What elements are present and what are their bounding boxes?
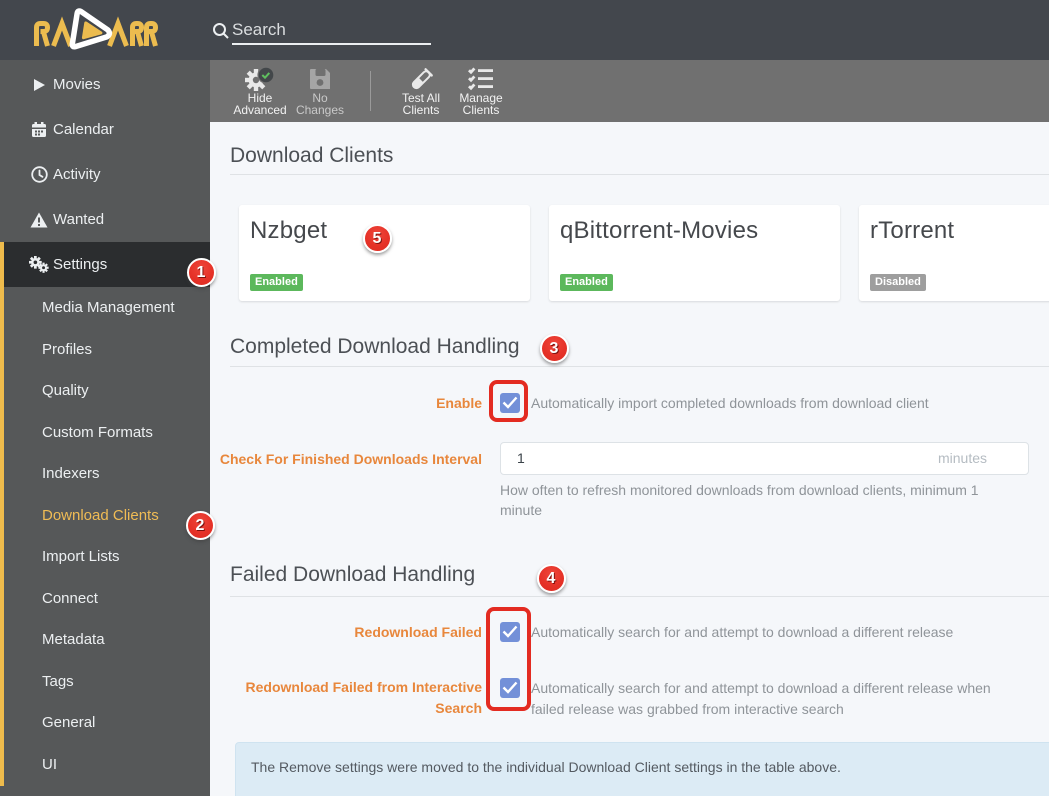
svg-text:5: 5 [372,230,381,247]
svg-text:3: 3 [549,340,558,357]
svg-text:1: 1 [196,264,205,281]
svg-text:4: 4 [546,570,555,587]
svg-text:2: 2 [196,517,205,534]
